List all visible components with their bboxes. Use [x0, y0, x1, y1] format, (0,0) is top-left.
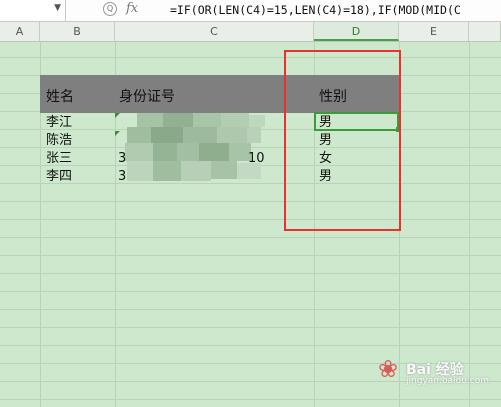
column-header-f[interactable]: [469, 22, 501, 41]
column-header-row: A B C D E: [0, 22, 501, 42]
column-header-b[interactable]: B: [40, 22, 115, 41]
column-header-a[interactable]: A: [0, 22, 40, 41]
cell-name[interactable]: 陈浩: [46, 133, 72, 149]
column-header-e[interactable]: E: [399, 22, 469, 41]
cell-id-partial: 3: [118, 169, 127, 184]
fx-icon[interactable]: fx: [126, 1, 138, 16]
cell-id-partial-end: 10: [248, 151, 265, 166]
error-indicator-icon: [115, 131, 120, 136]
cell-name[interactable]: 李江: [46, 115, 72, 131]
header-name[interactable]: 姓名: [46, 86, 74, 106]
formula-bar: ▼ Q fx =IF(OR(LEN(C4)=15,LEN(C4)=18),IF(…: [0, 0, 501, 22]
name-box[interactable]: ▼: [0, 0, 66, 21]
formula-input[interactable]: =IF(OR(LEN(C4)=15,LEN(C4)=18),IF(MOD(MID…: [170, 3, 500, 17]
column-header-c[interactable]: C: [115, 22, 314, 41]
column-header-d[interactable]: D: [314, 22, 399, 41]
annotation-highlight-box: [284, 50, 401, 231]
cell-name[interactable]: 张三: [46, 151, 72, 167]
cell-id-partial: 3: [118, 151, 127, 166]
paw-icon: ❀: [378, 355, 399, 383]
error-indicator-icon: [115, 113, 120, 118]
header-id-number[interactable]: 身份证号: [119, 86, 175, 106]
id-number-obscured[interactable]: [115, 113, 265, 185]
cell-name[interactable]: 李四: [46, 169, 72, 185]
zoom-icon[interactable]: Q: [103, 2, 117, 16]
watermark-url: jingyan.baidu.com: [406, 376, 490, 386]
baidu-jingyan-watermark: ❀ Bai 经验 jingyan.baidu.com: [378, 351, 496, 387]
chevron-down-icon[interactable]: ▼: [54, 3, 61, 13]
